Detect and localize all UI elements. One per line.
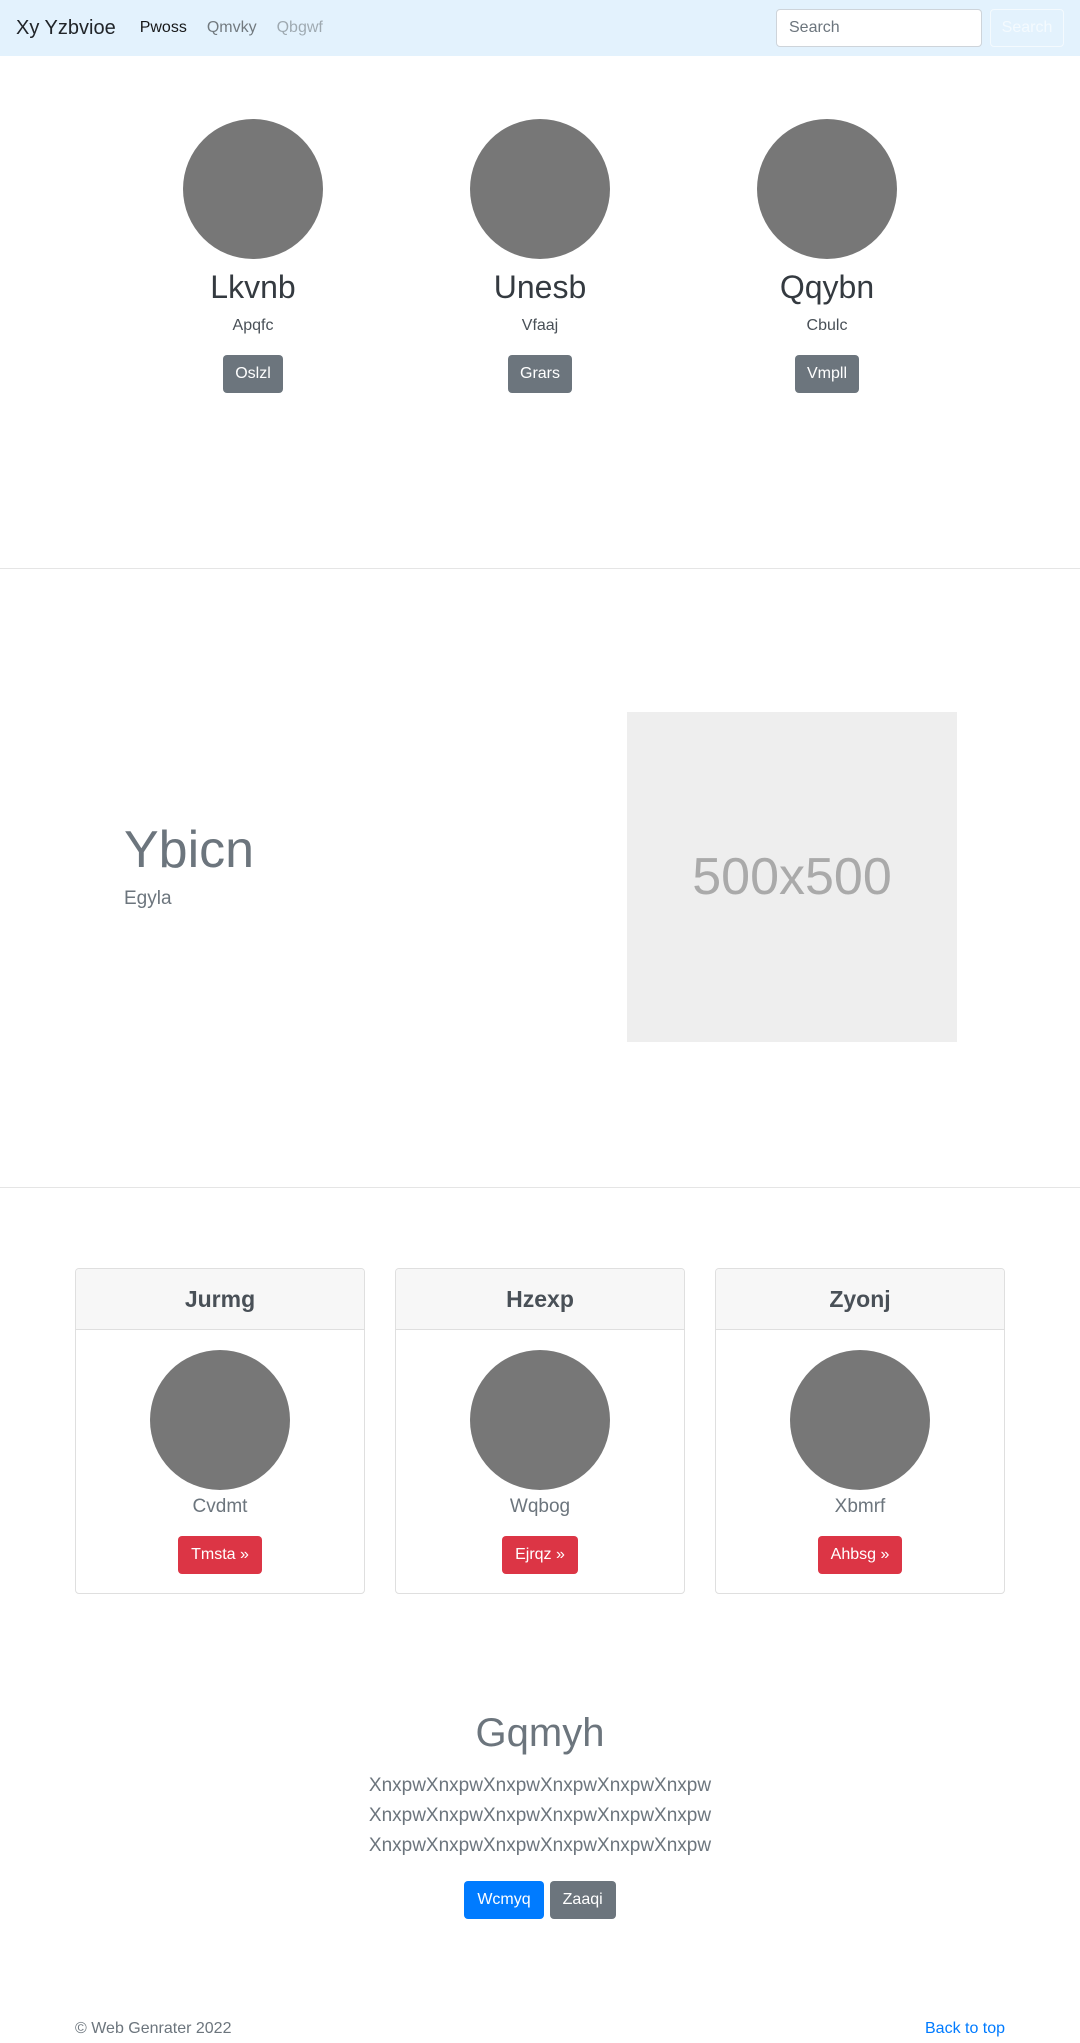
avatar [183, 119, 323, 259]
jumbotron-title: Gqmyh [475, 1711, 605, 1755]
search-button[interactable]: Search [990, 9, 1064, 47]
card: Zyonj Xbmrf Ahbsg » [715, 1268, 1005, 1594]
avatar [470, 119, 610, 259]
nav-link-pwoss[interactable]: Pwoss [140, 19, 187, 37]
card-text: Cvdmt [192, 1496, 248, 1517]
card-button[interactable]: Ejrqz » [502, 1536, 578, 1574]
section-divider [0, 568, 1080, 569]
back-to-top-link[interactable]: Back to top [925, 2020, 1005, 2038]
card-body: Wqbog Ejrqz » [396, 1330, 684, 1574]
card-button[interactable]: Tmsta » [178, 1536, 262, 1574]
member-role: Cbulc [806, 317, 848, 334]
card-title: Hzexp [396, 1269, 684, 1330]
card-button[interactable]: Ahbsg » [817, 1536, 903, 1574]
member-name: Lkvnb [210, 269, 296, 305]
jumbotron-text: XnxpwXnxpwXnxpwXnxpwXnxpwXnxpw XnxpwXnxp… [0, 1771, 1080, 1861]
jumbotron-line: XnxpwXnxpwXnxpwXnxpwXnxpwXnxpw [368, 1775, 712, 1796]
secondary-button[interactable]: Zaaqi [549, 1881, 616, 1919]
member-name: Qqybn [779, 269, 875, 305]
member-button[interactable]: Grars [508, 355, 572, 393]
card-text: Wqbog [509, 1496, 571, 1517]
placeholder-image-label: 500x500 [692, 848, 892, 906]
card-body: Cvdmt Tmsta » [76, 1330, 364, 1574]
nav-link-qbgwf: Qbgwf [276, 19, 323, 36]
card-title: Jurmg [76, 1269, 364, 1330]
jumbotron-line: XnxpwXnxpwXnxpwXnxpwXnxpwXnxpw [368, 1835, 712, 1856]
card-text: Xbmrf [834, 1496, 886, 1517]
member-role: Vfaaj [521, 317, 559, 334]
card: Jurmg Cvdmt Tmsta » [75, 1268, 365, 1594]
card-image [790, 1350, 930, 1490]
member-role: Apqfc [232, 317, 274, 334]
team-member: Qqybn Cbulc Vmpll [717, 119, 937, 393]
card-title: Zyonj [716, 1269, 1004, 1330]
nav-link-qmvky[interactable]: Qmvky [207, 19, 257, 37]
member-button[interactable]: Vmpll [794, 355, 859, 393]
section-divider [0, 1187, 1080, 1188]
member-name: Unesb [493, 269, 587, 305]
jumbotron-actions: Wcmyq Zaaqi [0, 1881, 1080, 1919]
team-member: Unesb Vfaaj Grars [430, 119, 650, 393]
card-body: Xbmrf Ahbsg » [716, 1330, 1004, 1574]
primary-button[interactable]: Wcmyq [464, 1881, 544, 1919]
team-member: Lkvnb Apqfc Oslzl [143, 119, 363, 393]
jumbotron: Gqmyh XnxpwXnxpwXnxpwXnxpwXnxpwXnxpw Xnx… [0, 1705, 1080, 1919]
card: Hzexp Wqbog Ejrqz » [395, 1268, 685, 1594]
navbar: Xy Yzbvioe Pwoss Qmvky Qbgwf Search [0, 0, 1080, 56]
jumbotron-line: XnxpwXnxpwXnxpwXnxpwXnxpwXnxpw [368, 1805, 712, 1826]
placeholder-image: 500x500 [627, 712, 957, 1042]
feature-heading: Ybicn [124, 821, 255, 879]
card-image [470, 1350, 610, 1490]
avatar [757, 119, 897, 259]
search-input[interactable] [776, 9, 982, 47]
card-image [150, 1350, 290, 1490]
footer-copyright: © Web Genrater 2022 [75, 2020, 232, 2037]
navbar-brand[interactable]: Xy Yzbvioe [16, 17, 116, 40]
feature-subheading: Egyla [124, 888, 172, 909]
member-button[interactable]: Oslzl [223, 355, 283, 393]
